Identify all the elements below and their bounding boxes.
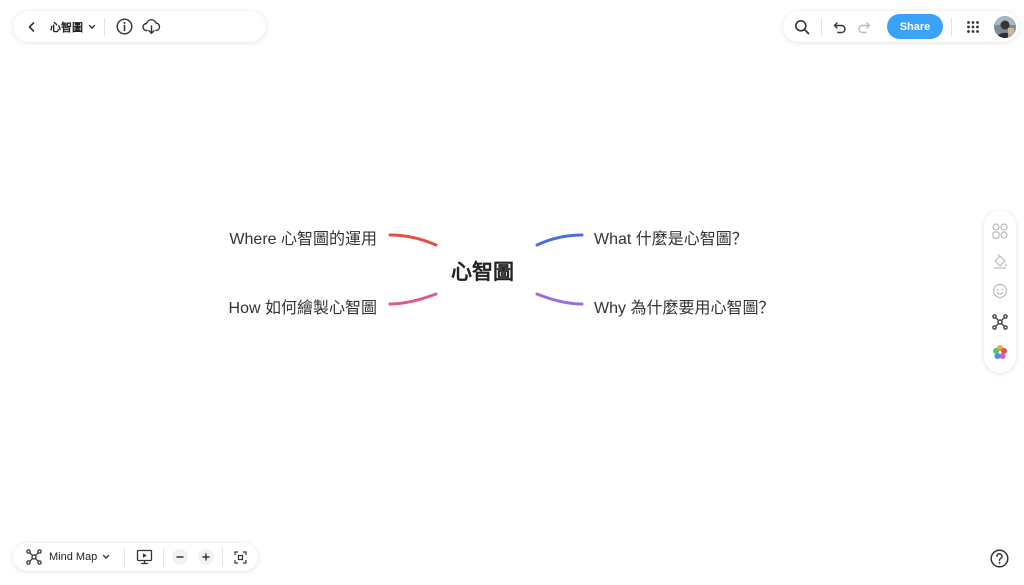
divider — [951, 17, 952, 36]
mindmap-connectors — [388, 233, 584, 306]
right-toolbar — [984, 210, 1016, 373]
connector-what — [535, 233, 584, 247]
minus-icon[interactable] — [172, 549, 189, 565]
branch-topic-where[interactable]: Where 心智圖的運用 — [229, 225, 377, 249]
fit-screen-icon[interactable] — [231, 548, 249, 566]
grid-icon[interactable] — [962, 16, 984, 38]
top-right-toolbar: Share — [783, 11, 1019, 42]
document-title: 心智圖 — [50, 21, 83, 34]
help-icon — [989, 548, 1009, 568]
presentation-icon[interactable] — [133, 546, 155, 568]
emoji-icon[interactable] — [988, 279, 1012, 303]
divider — [124, 548, 126, 566]
shapes-icon[interactable] — [988, 219, 1012, 243]
bottom-toolbar: Mind Map — [13, 543, 258, 571]
connector-why — [535, 292, 584, 306]
chevron-down-icon — [88, 23, 96, 31]
branch-topic-what[interactable]: What 什麼是心智圖？ — [594, 225, 748, 249]
share-button[interactable]: Share — [887, 14, 943, 39]
view-mode-dropdown[interactable]: Mind Map — [19, 547, 110, 567]
chevron-down-icon — [102, 553, 110, 561]
divider — [222, 548, 224, 566]
document-toolbar: 心智圖 — [13, 11, 266, 42]
document-title-button[interactable]: 心智圖 — [50, 19, 96, 35]
view-mode-label: Mind Map — [49, 551, 98, 563]
info-icon[interactable] — [113, 16, 135, 38]
help-button[interactable] — [986, 545, 1012, 571]
cloud-download-icon[interactable] — [139, 16, 163, 38]
avatar[interactable] — [994, 15, 1016, 38]
connector-where — [388, 233, 438, 247]
color-palette-icon[interactable] — [988, 340, 1012, 364]
branch-topic-why[interactable]: Why 為什麼要用心智圖？ — [594, 294, 774, 318]
central-topic[interactable]: 心智圖 — [451, 256, 514, 286]
search-icon[interactable] — [791, 16, 813, 38]
connector-how — [388, 292, 438, 306]
divider — [163, 548, 165, 566]
mindmap-icon — [23, 547, 45, 567]
branch-topic-how[interactable]: How 如何繪製心智圖 — [229, 294, 377, 318]
plus-icon[interactable] — [198, 549, 215, 565]
divider — [821, 17, 822, 36]
divider — [104, 17, 105, 36]
redo-icon[interactable] — [854, 16, 874, 38]
paint-bucket-icon[interactable] — [988, 249, 1012, 273]
undo-icon[interactable] — [830, 16, 850, 38]
mindmap-icon[interactable] — [988, 310, 1012, 334]
mindmap-canvas[interactable]: 心智圖 Where 心智圖的運用 How 如何繪製心智圖 What 什麼是心智圖… — [0, 0, 1024, 585]
chevron-left-icon[interactable] — [19, 14, 45, 40]
